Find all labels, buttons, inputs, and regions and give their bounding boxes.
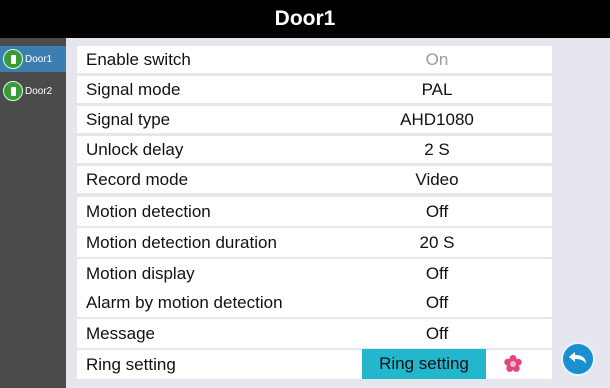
sidebar: Door1 Door2 [0,38,66,388]
setting-row-record-mode[interactable]: Record mode Video [77,166,552,193]
door-icon [3,49,23,69]
settings-panel: Enable switch On Signal mode PAL Signal … [66,38,610,388]
setting-value: Video [415,170,459,189]
setting-label: Unlock delay [86,140,184,159]
back-button[interactable] [561,342,595,376]
flower-icon[interactable] [504,355,522,373]
setting-value: Off [425,202,449,221]
setting-label: Ring setting [86,355,176,374]
setting-value: 2 S [424,140,450,159]
setting-value: On [425,50,449,69]
door-settings-screen: Door1 Door1 Door2 Enable switch On Signa… [0,0,610,388]
setting-row-signal-type[interactable]: Signal type AHD1080 [77,106,552,133]
setting-label: Signal type [86,110,171,129]
setting-value: AHD1080 [400,110,474,129]
setting-row-motion-detection[interactable]: Motion detection Off [77,197,552,226]
setting-label: Enable switch [86,50,191,69]
setting-value: 20 S [419,233,455,252]
sidebar-item-label: Door2 [25,85,53,97]
setting-label: Message [86,324,155,343]
setting-row-message[interactable]: Message Off [77,319,552,348]
sidebar-item-label: Door1 [25,53,53,65]
setting-label: Motion detection [86,202,211,221]
setting-row-motion-detection-duration[interactable]: Motion detection duration 20 S [77,228,552,257]
back-arrow-icon [569,352,586,364]
setting-value: Off [425,264,449,283]
sidebar-item-door2[interactable]: Door2 [0,78,66,104]
setting-value: Off [425,293,449,312]
setting-label: Motion display [86,264,195,283]
door-icon [3,81,23,101]
setting-row-enable-switch[interactable]: Enable switch On [77,46,552,73]
setting-row-motion-display[interactable]: Motion display Off [77,259,552,288]
sidebar-item-door1[interactable]: Door1 [0,46,66,72]
setting-value: Off [425,324,449,343]
setting-label: Record mode [86,170,189,189]
ring-setting-button[interactable]: Ring setting [362,349,486,379]
setting-row-unlock-delay[interactable]: Unlock delay 2 S [77,136,552,163]
setting-value: PAL [421,80,453,99]
setting-label: Alarm by motion detection [86,293,283,312]
setting-row-signal-mode[interactable]: Signal mode PAL [77,76,552,103]
setting-label: Motion detection duration [86,233,277,252]
setting-label: Signal mode [86,80,181,99]
setting-row-alarm-by-motion-detection[interactable]: Alarm by motion detection Off [77,288,552,317]
page-title: Door1 [0,0,610,38]
